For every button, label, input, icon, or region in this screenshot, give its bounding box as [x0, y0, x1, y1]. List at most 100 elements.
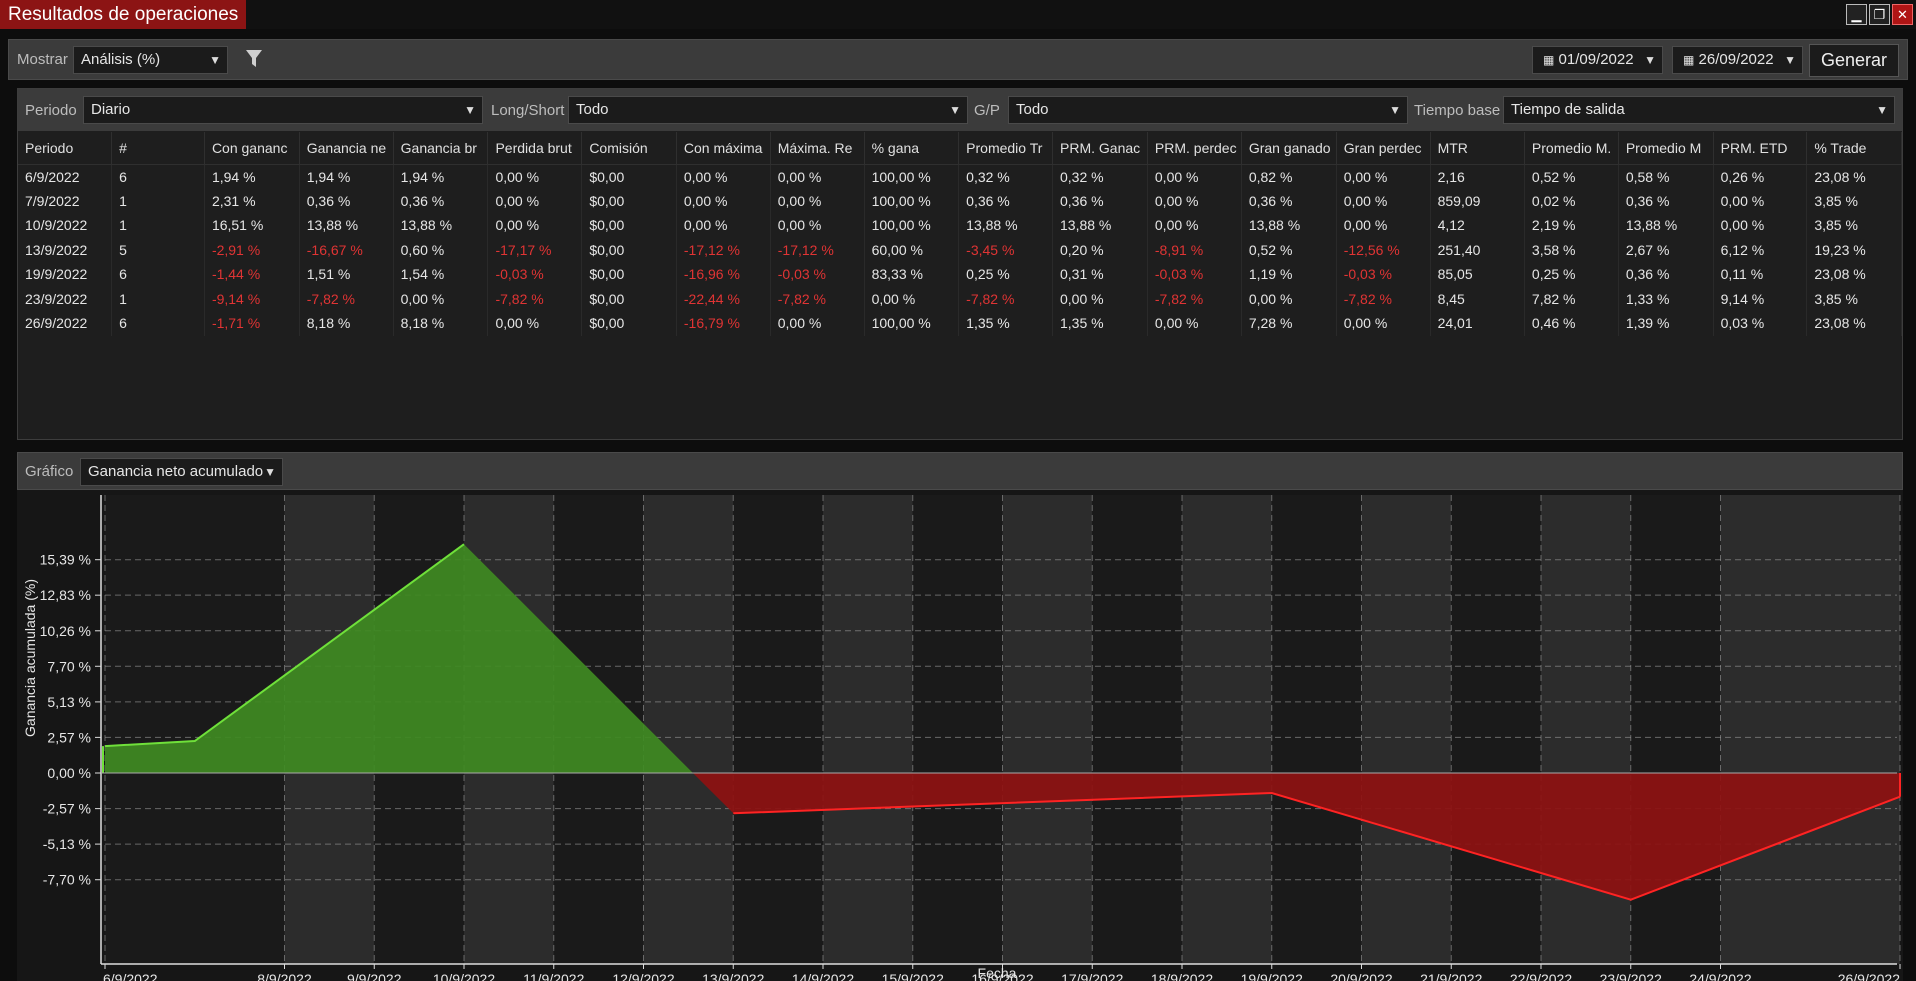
- filter-bar: Periodo Diario ▼ Long/Short Todo ▼ G/P T…: [18, 89, 1902, 131]
- table-cell: -7,82 %: [487, 286, 583, 311]
- column-header[interactable]: Ganancia ne: [299, 132, 394, 165]
- period-select[interactable]: Diario ▼: [83, 96, 483, 124]
- chevron-down-icon: ▼: [1644, 53, 1656, 67]
- table-cell: 24,01: [1430, 311, 1525, 336]
- table-row[interactable]: 23/9/2022 1 -9,14 % -7,82 % 0,00 % -7,82 % $0,…: [18, 286, 1902, 311]
- table-row[interactable]: 13/9/2022 5 -2,91 % -16,67 % 0,60 % -17,17 % $…: [18, 237, 1902, 262]
- column-header[interactable]: Promedio Tr: [958, 132, 1053, 165]
- table-cell: 0,46 %: [1524, 311, 1619, 336]
- table-cell: 0,00 %: [676, 213, 771, 238]
- chart-band: [1451, 495, 1541, 964]
- table-cell: 0,00 %: [1147, 164, 1242, 189]
- table-row[interactable]: 7/9/2022 1 2,31 % 0,36 % 0,36 % 0,00 % $0,00 0,…: [18, 188, 1902, 213]
- table-cell: 13,88 %: [958, 213, 1053, 238]
- column-header[interactable]: Promedio M: [1618, 132, 1714, 165]
- column-header[interactable]: Ganancia br: [393, 132, 489, 165]
- column-header[interactable]: PRM. ETD: [1713, 132, 1808, 165]
- table-cell: 1,19 %: [1241, 262, 1337, 287]
- timebase-label: Tiempo base: [1414, 102, 1501, 119]
- table-cell: 859,09: [1430, 188, 1525, 213]
- table-cell: -7,82 %: [299, 286, 394, 311]
- table-row[interactable]: 19/9/2022 6 -1,44 % 1,51 % 1,54 % -0,03 % $0,0…: [18, 262, 1902, 287]
- longshort-select[interactable]: Todo ▼: [568, 96, 968, 124]
- table-cell: 6,12 %: [1713, 237, 1808, 262]
- column-header[interactable]: Máxima. Re: [770, 132, 865, 165]
- chart-bar: Gráfico Ganancia neto acumulado ▼: [17, 452, 1903, 490]
- column-header[interactable]: #: [111, 132, 205, 165]
- generate-button[interactable]: Generar: [1809, 44, 1899, 77]
- date-from-picker[interactable]: ▦ 01/09/2022 ▼: [1532, 46, 1663, 74]
- close-button[interactable]: ✕: [1892, 4, 1913, 25]
- table-cell: -7,82 %: [958, 286, 1053, 311]
- table-cell: 60,00 %: [864, 237, 960, 262]
- column-header[interactable]: PRM. perdec: [1147, 132, 1242, 165]
- y-tick-label: -5,13 %: [43, 836, 91, 852]
- chevron-down-icon: ▼: [1389, 103, 1401, 117]
- table-cell: 0,00 %: [770, 213, 865, 238]
- filter-icon[interactable]: [245, 48, 263, 74]
- x-tick-label: 23/9/2022: [1600, 971, 1662, 981]
- column-header[interactable]: Promedio M.: [1524, 132, 1619, 165]
- table-cell: 13,88 %: [1241, 213, 1337, 238]
- table-cell: 0,36 %: [958, 188, 1053, 213]
- chart-type-select[interactable]: Ganancia neto acumulado ▼: [80, 458, 283, 486]
- table-cell: 3,85 %: [1806, 213, 1902, 238]
- table-cell: 3,85 %: [1806, 286, 1902, 311]
- table-cell: $0,00: [581, 311, 677, 336]
- table-cell: -7,82 %: [1147, 286, 1242, 311]
- table-cell: 13,88 %: [393, 213, 489, 238]
- table-cell: 100,00 %: [864, 188, 960, 213]
- column-header[interactable]: Comisión: [581, 132, 677, 165]
- column-header[interactable]: % Trade: [1806, 132, 1902, 165]
- table-cell: 2,67 %: [1618, 237, 1714, 262]
- table-cell: 7/9/2022: [18, 188, 113, 213]
- chart-label: Gráfico: [25, 463, 74, 480]
- table-cell: 0,00 %: [393, 286, 489, 311]
- table-cell: 13,88 %: [299, 213, 394, 238]
- table-cell: 7,28 %: [1241, 311, 1337, 336]
- timebase-select[interactable]: Tiempo de salida ▼: [1503, 96, 1895, 124]
- y-tick-label: 0,00 %: [47, 765, 91, 781]
- date-to-picker[interactable]: ▦ 26/09/2022 ▼: [1672, 46, 1803, 74]
- table-cell: 0,36 %: [1618, 188, 1714, 213]
- table-cell: -17,12 %: [770, 237, 865, 262]
- table-cell: 3,58 %: [1524, 237, 1619, 262]
- table-cell: -8,91 %: [1147, 237, 1242, 262]
- show-select[interactable]: Análisis (%) ▼: [73, 46, 228, 74]
- table-cell: -12,56 %: [1336, 237, 1431, 262]
- chevron-down-icon: ▼: [264, 465, 276, 479]
- column-header[interactable]: % gana: [864, 132, 960, 165]
- column-header[interactable]: Con máxima: [676, 132, 771, 165]
- column-header[interactable]: MTR: [1430, 132, 1525, 165]
- table-cell: -1,71 %: [204, 311, 300, 336]
- table-cell: 23,08 %: [1806, 262, 1902, 287]
- table-cell: 1,51 %: [299, 262, 394, 287]
- restore-button[interactable]: ❐: [1869, 4, 1890, 25]
- results-table: Periodo # Con gananc Ganancia ne Ganancia br…: [18, 132, 1902, 336]
- x-tick-label: 26/9/2022: [1838, 971, 1900, 981]
- table-cell: 2,16: [1430, 164, 1525, 189]
- column-header[interactable]: Con gananc: [204, 132, 300, 165]
- column-header[interactable]: PRM. Ganac: [1052, 132, 1148, 165]
- table-row[interactable]: 26/9/2022 6 -1,71 % 8,18 % 8,18 % 0,00 % $0,00…: [18, 311, 1902, 336]
- column-header[interactable]: Gran ganado: [1241, 132, 1337, 165]
- table-cell: 85,05: [1430, 262, 1525, 287]
- table-cell: 0,82 %: [1241, 164, 1337, 189]
- table-cell: $0,00: [581, 164, 677, 189]
- table-cell: 0,31 %: [1052, 262, 1148, 287]
- table-row[interactable]: 10/9/2022 1 16,51 % 13,88 % 13,88 % 0,00 % $0,…: [18, 213, 1902, 238]
- minimize-button[interactable]: ▁: [1846, 4, 1867, 25]
- gp-select[interactable]: Todo ▼: [1008, 96, 1408, 124]
- table-cell: 13,88 %: [1052, 213, 1148, 238]
- column-header[interactable]: Periodo: [18, 132, 113, 165]
- column-header[interactable]: Gran perdec: [1336, 132, 1431, 165]
- table-cell: 8,18 %: [299, 311, 394, 336]
- table-cell: 0,00 %: [864, 286, 960, 311]
- table-row[interactable]: 6/9/2022 6 1,94 % 1,94 % 1,94 % 0,00 % $0,00 0,…: [18, 164, 1902, 189]
- table-cell: 1,35 %: [958, 311, 1053, 336]
- table-cell: 0,00 %: [487, 311, 583, 336]
- column-header[interactable]: Perdida brut: [487, 132, 583, 165]
- y-tick-label: 10,26 %: [40, 623, 91, 639]
- x-tick-label: 9/9/2022: [347, 971, 402, 981]
- table-cell: 16,51 %: [204, 213, 300, 238]
